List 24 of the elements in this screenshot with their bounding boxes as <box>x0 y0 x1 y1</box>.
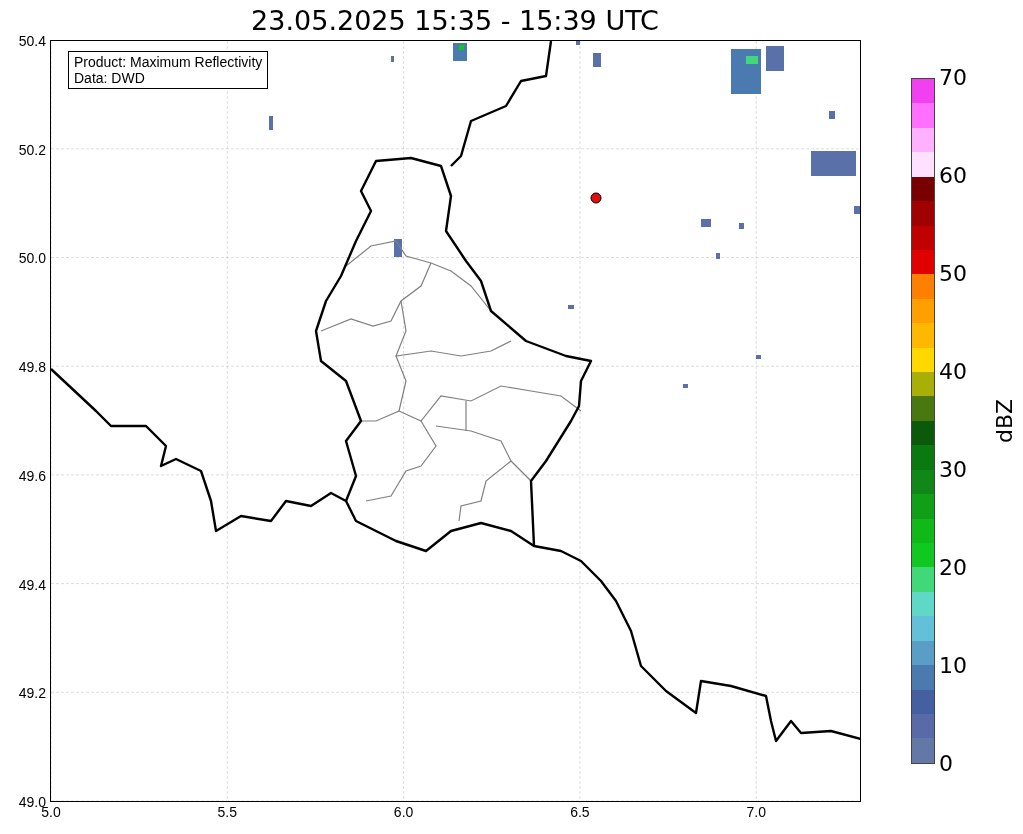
color-scale-label: 0 <box>939 753 953 775</box>
color-scale-label: 20 <box>939 557 967 579</box>
x-tick-label: 7.0 <box>746 805 766 819</box>
y-tick-label: 50.0 <box>18 251 46 266</box>
y-tick-label: 49.6 <box>18 468 46 483</box>
location-marker <box>590 192 602 204</box>
legend-text: Data: DWD <box>74 70 146 86</box>
legend-text: Product: Maximum Reflectivity <box>74 54 263 70</box>
color-scale-label: 30 <box>939 459 967 481</box>
y-tick-label: 49.4 <box>18 577 46 592</box>
color-scale-label: 10 <box>939 655 967 677</box>
color-scale-label: 40 <box>939 361 967 383</box>
color-scale-label: 50 <box>939 263 967 285</box>
color-scale-label: 70 <box>939 67 967 89</box>
x-tick-label: 5.5 <box>217 805 238 819</box>
color-scale-label: 60 <box>939 165 967 187</box>
y-tick-label: 49.2 <box>18 686 46 701</box>
x-tick-label: 6.5 <box>570 805 590 819</box>
y-tick-label: 49.8 <box>18 360 46 375</box>
y-tick-label: 50.2 <box>18 142 46 157</box>
chart-title: 23.05.2025 15:35 - 15:39 UTC <box>251 6 659 34</box>
color-scale-title: dBZ <box>994 398 1017 444</box>
y-tick-label: 50.4 <box>18 34 46 48</box>
x-tick-label: 6.0 <box>393 805 414 819</box>
